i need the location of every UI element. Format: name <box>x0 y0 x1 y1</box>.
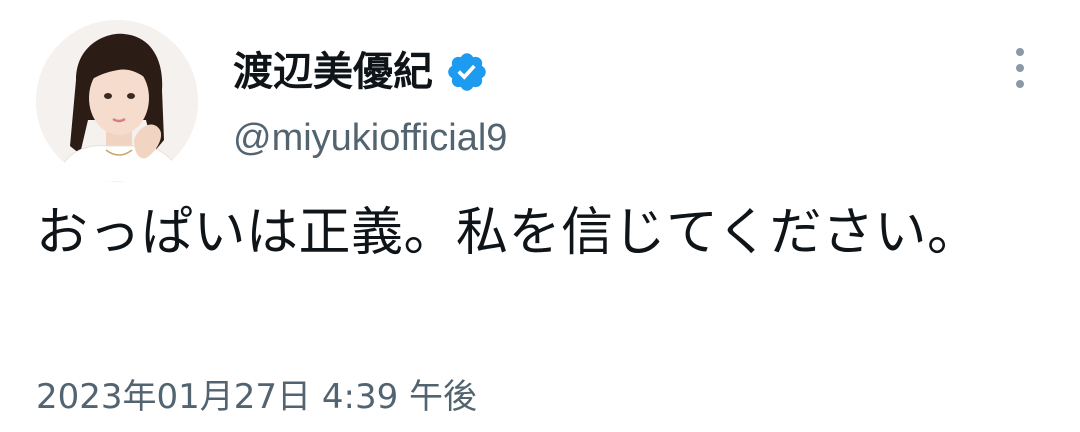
author-display-name[interactable]: 渡辺美優紀 <box>233 42 433 102</box>
tweet-timestamp[interactable]: 2023年01月27日 4:39 午後 <box>36 372 477 422</box>
profile-photo-icon <box>36 20 198 182</box>
verified-badge-icon <box>448 53 486 91</box>
avatar[interactable] <box>36 20 198 182</box>
tweet-text: おっぱいは正義。私を信じてください。 <box>36 203 980 263</box>
author-handle[interactable]: @miyukiofficial9 <box>233 113 507 163</box>
author-name-row[interactable]: 渡辺美優紀 <box>233 42 489 102</box>
more-options-button[interactable] <box>1000 40 1040 96</box>
more-vertical-icon <box>1016 48 1024 88</box>
tweet-card: 渡辺美優紀 @miyukiofficial9 おっぱいは正義。私を信じてください… <box>0 0 1080 432</box>
